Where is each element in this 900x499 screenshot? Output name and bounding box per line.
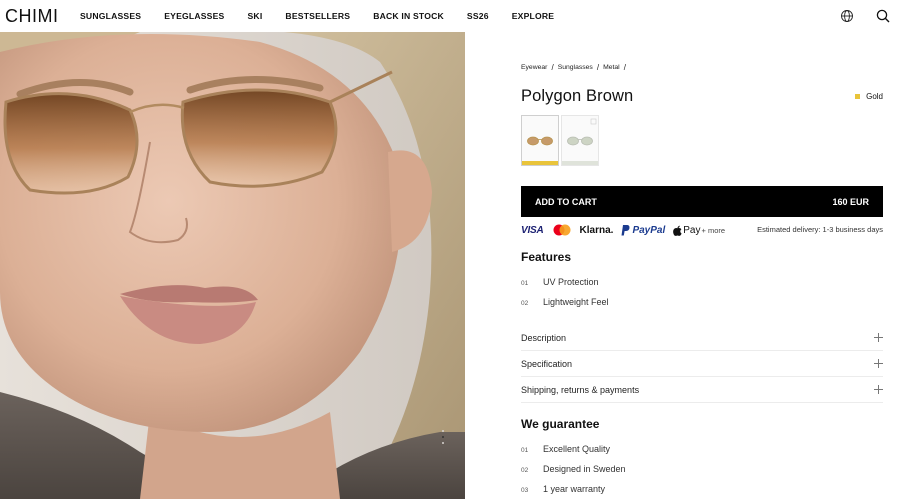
delivery-estimate: Estimated delivery: 1-3 business days: [757, 225, 883, 234]
variant-color-bar: [562, 161, 598, 165]
sunglasses-thumbnail-icon: [567, 118, 597, 146]
selected-color: Gold: [855, 92, 883, 101]
guarantee-label: 1 year warranty: [543, 484, 606, 494]
accordion-specification[interactable]: Specification: [521, 351, 883, 377]
variant-color-bar: [522, 161, 558, 165]
breadcrumb-separator: /: [623, 63, 626, 72]
search-icon[interactable]: [876, 9, 890, 23]
feature-number: 02: [521, 300, 529, 307]
feature-label: Lightweight Feel: [543, 297, 609, 307]
guarantee-item: 01 Excellent Quality: [521, 444, 610, 454]
guarantee-number: 01: [521, 447, 529, 454]
feature-number: 01: [521, 280, 529, 287]
carousel-dot-active[interactable]: [442, 436, 444, 438]
product-hero-image: [0, 32, 465, 499]
plus-icon[interactable]: [874, 359, 883, 368]
breadcrumb-separator: /: [551, 63, 554, 72]
site-header: CHIMI SUNGLASSES EYEGLASSES SKI BESTSELL…: [0, 0, 900, 32]
guarantee-heading: We guarantee: [521, 417, 600, 431]
paypal-logo: PayPal: [621, 224, 666, 236]
visa-logo: VISA: [521, 224, 544, 236]
accordion-label: Shipping, returns & payments: [521, 384, 640, 395]
carousel-dot[interactable]: [442, 442, 444, 444]
globe-icon[interactable]: [840, 9, 854, 23]
product-price: 160 EUR: [832, 196, 869, 207]
nav-sunglasses[interactable]: SUNGLASSES: [80, 11, 141, 21]
accordion-label: Description: [521, 332, 567, 343]
features-heading: Features: [521, 250, 572, 264]
sunglasses-thumbnail-icon: [527, 136, 553, 146]
variant-silver-green[interactable]: [561, 115, 599, 166]
paypal-text: PayPal: [632, 224, 666, 236]
guarantee-number: 02: [521, 467, 529, 474]
payment-methods: VISA Klarna. PayPal Pay + more Estimated…: [521, 223, 883, 237]
add-to-cart-button[interactable]: ADD TO CART 160 EUR: [521, 186, 883, 217]
color-swatch: [855, 94, 861, 99]
feature-item: 01 UV Protection: [521, 277, 599, 287]
guarantee-label: Designed in Sweden: [543, 464, 626, 474]
breadcrumb-sunglasses[interactable]: Sunglasses: [558, 64, 593, 71]
brand-logo[interactable]: CHIMI: [5, 6, 59, 27]
accordion-description[interactable]: Description: [521, 325, 883, 351]
guarantee-label: Excellent Quality: [543, 444, 611, 454]
accordion-label: Specification: [521, 358, 573, 369]
breadcrumb: Eyewear / Sunglasses / Metal /: [521, 63, 630, 72]
breadcrumb-separator: /: [596, 63, 600, 72]
apple-pay-logo: Pay + more: [673, 225, 725, 236]
image-carousel-dots[interactable]: [442, 430, 446, 448]
more-payments-link[interactable]: + more: [702, 226, 726, 235]
nav-ski[interactable]: SKI: [247, 11, 262, 21]
feature-label: UV Protection: [543, 277, 599, 287]
mastercard-icon: [552, 224, 572, 236]
apple-icon: [673, 225, 682, 236]
nav-ss26[interactable]: SS26: [467, 11, 489, 21]
add-to-cart-label: ADD TO CART: [535, 196, 597, 207]
accordion-shipping[interactable]: Shipping, returns & payments: [521, 377, 883, 403]
product-title: Polygon Brown: [521, 87, 634, 105]
nav-eyeglasses[interactable]: EYEGLASSES: [164, 11, 224, 21]
plus-icon[interactable]: [874, 385, 883, 394]
carousel-dot[interactable]: [442, 430, 444, 432]
main-nav: SUNGLASSES EYEGLASSES SKI BESTSELLERS BA…: [80, 11, 577, 21]
apple-pay-text: Pay: [683, 224, 701, 236]
guarantee-item: 03 1 year warranty: [521, 484, 605, 494]
guarantee-item: 02 Designed in Sweden: [521, 464, 626, 474]
nav-explore[interactable]: EXPLORE: [512, 11, 554, 21]
nav-bestsellers[interactable]: BESTSELLERS: [285, 11, 350, 21]
nav-back-in-stock[interactable]: BACK IN STOCK: [373, 11, 444, 21]
paypal-icon: [621, 224, 630, 235]
breadcrumb-metal[interactable]: Metal: [603, 64, 620, 71]
plus-icon[interactable]: [874, 333, 883, 342]
guarantee-number: 03: [521, 487, 529, 494]
breadcrumb-eyewear[interactable]: Eyewear: [521, 64, 547, 71]
feature-item: 02 Lightweight Feel: [521, 297, 609, 307]
variant-selector: [521, 115, 601, 166]
variant-gold-brown[interactable]: [521, 115, 559, 166]
color-name: Gold: [866, 92, 883, 101]
klarna-logo: Klarna.: [579, 224, 614, 236]
